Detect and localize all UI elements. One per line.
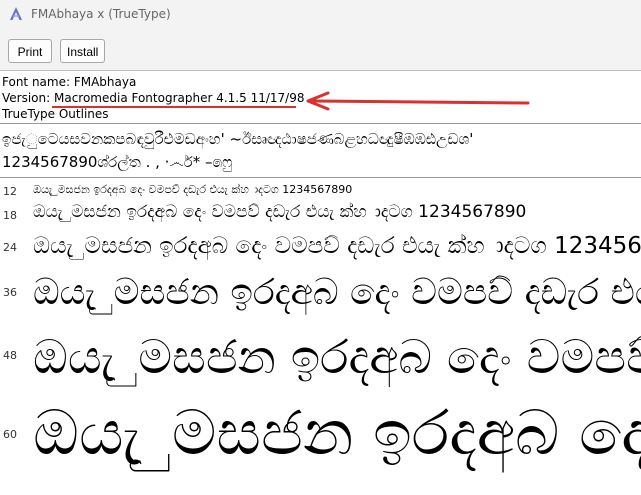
version-value: Macromedia Fontographer 4.1.5 11/17/98 (53, 91, 305, 105)
sample-text: ඔයැ ුමසජන ඉරදඅබ දෙං වමපව් දඩැර එයැ ක්හ ා… (33, 202, 527, 222)
font-name-label: Font name: FMAbhaya (2, 75, 137, 89)
red-arrow-annotation (306, 91, 530, 111)
version-label: Version: Macromedia Fontographer 4.1.5 1… (2, 90, 304, 106)
size-label: 36 (3, 286, 17, 299)
window-title: FMAbhaya x (TrueType) (31, 7, 171, 21)
sample-row-18: 18 ඔයැ ුමසජන ඉරදඅබ දෙං වමපව් දඩැර එයැ ක්… (0, 200, 641, 230)
sample-row-12: 12 ඔයැ ුමසජන ඉරදඅබ දෙං වමපව් දඩැර එයැ ක්… (0, 182, 641, 200)
sample-row-60: 60 ඔයැ ුමසජන ඉරදඅබ දෙං වමපව් දඩැර එයැ ක්… (0, 398, 641, 495)
sample-row-48: 48 ඔයැ ුමසජන ඉරදඅබ දෙං වමපව් දඩැර එයැ ක්… (0, 326, 641, 398)
size-label: 48 (3, 349, 17, 362)
size-label: 12 (3, 185, 17, 198)
sample-text: ඔයැ ුමසජන ඉරදඅබ දෙං වමපව් දඩැර එයැ ක්හ ා… (33, 398, 641, 469)
install-button[interactable]: Install (60, 39, 105, 63)
sample-row-24: 24 ඔයැ ුමසජන ඉරදඅබ දෙං වමපව් දඩැර එයැ ක්… (0, 230, 641, 268)
sample-text: ඔයැ ුමසජන ඉරදඅබ දෙං වමපව් දඩැර එයැ ක්හ ා… (33, 183, 353, 196)
font-viewer-icon (10, 7, 22, 20)
sample-text: ඔයැ ුමසජන ඉරදඅබ දෙං වමපව් දඩැර එයැ ක්හ ා… (33, 330, 641, 385)
size-label: 24 (3, 241, 17, 254)
divider (0, 177, 641, 178)
toolbar: Print Install (0, 30, 641, 71)
character-set-line-1: ඉජැුටෙයසවනකපබඳවුරීඑමඩඅංහ' ~ඊසෘඥඨාෂජණබළහධ… (2, 130, 474, 148)
red-underline-annotation (52, 106, 296, 108)
sample-text: ඔයැ ුමසජන ඉරදඅබ දෙං වමපව් දඩැර එයැ ක්හ ා… (33, 233, 641, 259)
divider (0, 123, 641, 124)
print-button[interactable]: Print (8, 39, 52, 63)
outlines-label: TrueType Outlines (2, 107, 109, 121)
sample-text: ඔයැ ුමසජන ඉරදඅබ දෙං වමපව් දඩැර එයැ ක්හ ා… (33, 272, 641, 313)
character-set-line-2: 1234567890ශ්රල්ත . , ·෴ර්* –෧ෆු (2, 153, 233, 171)
sample-row-36: 36 ඔයැ ුමසජන ඉරදඅබ දෙං වමපව් දඩැර එයැ ක්… (0, 268, 641, 326)
version-prefix: Version: (2, 91, 54, 105)
title-bar: FMAbhaya x (TrueType) (0, 0, 641, 30)
size-label: 60 (3, 428, 17, 441)
size-label: 18 (3, 209, 17, 222)
